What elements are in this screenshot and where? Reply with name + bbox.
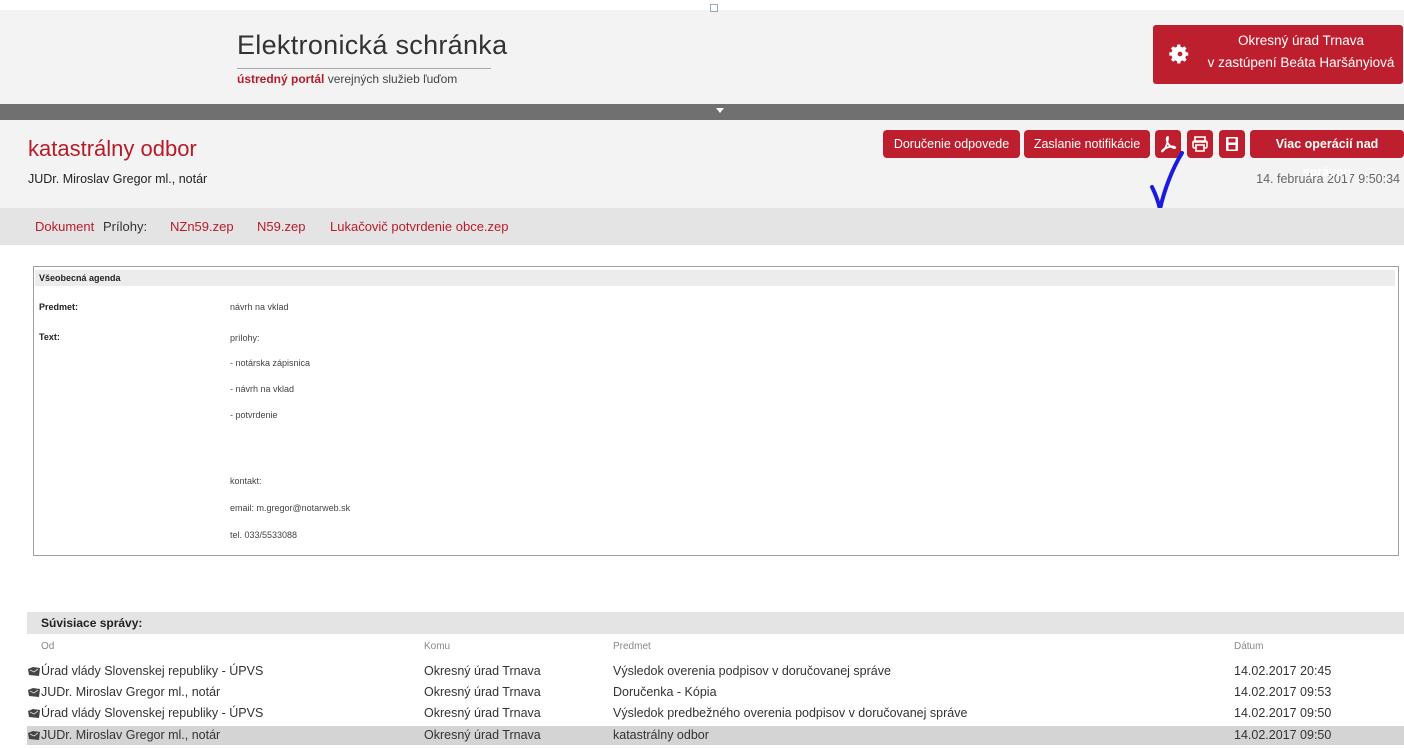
text-line: - notárska zápisnica <box>230 358 311 368</box>
user-representative: v zastúpení Beáta Haršányiová <box>1207 55 1395 70</box>
row-subject: Výsledok predbežného overenia podpisov v… <box>613 706 968 720</box>
collapse-bar[interactable] <box>0 104 1404 120</box>
delivery-reply-button[interactable]: Doručenie odpovede <box>883 130 1020 158</box>
message-header: katastrálny odbor JUDr. Miroslav Gregor … <box>0 120 1404 208</box>
row-to: Okresný úrad Trnava <box>424 664 541 678</box>
print-button[interactable] <box>1187 130 1213 158</box>
table-row[interactable]: Úrad vlády Slovenskej republiky - ÚPVS O… <box>27 662 1404 681</box>
row-date: 14.02.2017 09:50 <box>1234 728 1332 742</box>
user-organization: Okresný úrad Trnava <box>1237 33 1365 48</box>
row-subject: katastrálny odbor <box>613 728 709 742</box>
text-label: Text: <box>39 332 60 342</box>
row-to: Okresný úrad Trnava <box>424 685 541 699</box>
subject-value: návrh na vklad <box>230 302 289 312</box>
document-link[interactable]: Dokument <box>35 219 94 234</box>
text-line: - potvrdenie <box>230 410 278 420</box>
logo-subtitle: ústredný portál verejných služieb ľuďom <box>237 72 457 86</box>
table-row[interactable]: Úrad vlády Slovenskej republiky - ÚPVS O… <box>27 704 1404 723</box>
row-date: 14.02.2017 09:53 <box>1234 685 1332 699</box>
subject-label: Predmet: <box>39 302 79 312</box>
top-marker-icon <box>710 4 718 12</box>
row-from: Úrad vlády Slovenskej republiky - ÚPVS <box>41 706 264 720</box>
attachments-bar: Dokument Prílohy: NZn59.zep N59.zep Luka… <box>0 208 1404 245</box>
logo-title[interactable]: Elektronická schránka <box>237 30 507 61</box>
gear-icon <box>1169 44 1189 64</box>
row-subject: Doručenka - Kópia <box>613 685 717 699</box>
column-header-subject: Predmet <box>613 641 651 652</box>
attachment-link[interactable]: Lukačovič potvrdenie obce.zep <box>330 219 509 234</box>
text-line: - návrh na vklad <box>230 384 295 394</box>
message-sender: JUDr. Miroslav Gregor ml., notár <box>28 172 208 186</box>
logo-divider <box>237 68 491 69</box>
page: Elektronická schránka ústredný portál ve… <box>0 0 1404 749</box>
caret-down-icon[interactable] <box>716 108 724 113</box>
row-date: 14.02.2017 20:45 <box>1234 664 1332 678</box>
logo-subtitle-accent: ústredný portál <box>237 72 325 86</box>
attachments-label: Prílohy: <box>103 219 148 234</box>
attachment-link[interactable]: NZn59.zep <box>170 219 234 234</box>
send-notification-button[interactable]: Zaslanie notifikácie <box>1024 130 1150 158</box>
row-from: JUDr. Miroslav Gregor ml., notár <box>41 685 221 699</box>
user-account-button[interactable]: Okresný úrad Trnava v zastúpení Beáta Ha… <box>1153 25 1403 84</box>
related-messages-title: Súvisiace správy: <box>27 612 1404 634</box>
envelope-icon <box>28 709 40 718</box>
text-line: kontakt: <box>230 476 262 486</box>
logo-subtitle-rest: verejných služieb ľuďom <box>327 72 458 86</box>
attachment-link[interactable]: N59.zep <box>257 219 305 234</box>
text-line: email: m.gregor@notarweb.sk <box>230 503 351 513</box>
more-operations-button[interactable]: Viac operácií nad správou <box>1250 130 1404 179</box>
column-header-date: Dátum <box>1234 641 1264 652</box>
envelope-icon <box>28 731 40 740</box>
row-date: 14.02.2017 09:50 <box>1234 706 1332 720</box>
column-header-from: Od <box>41 641 55 652</box>
table-row-selected[interactable]: JUDr. Miroslav Gregor ml., notár Okresný… <box>27 726 1404 745</box>
row-from: Úrad vlády Slovenskej republiky - ÚPVS <box>41 664 264 678</box>
page-title: katastrálny odbor <box>28 136 197 161</box>
save-button[interactable] <box>1219 130 1245 158</box>
column-header-to: Komu <box>424 641 451 652</box>
envelope-icon <box>28 667 40 676</box>
site-header: Elektronická schránka ústredný portál ve… <box>0 10 1404 104</box>
print-icon <box>1192 136 1208 152</box>
table-row[interactable]: JUDr. Miroslav Gregor ml., notár Okresný… <box>27 683 1404 702</box>
text-line: prílohy: <box>230 333 260 343</box>
row-to: Okresný úrad Trnava <box>424 706 541 720</box>
text-line: tel. 033/5533088 <box>230 530 298 540</box>
row-from: JUDr. Miroslav Gregor ml., notár <box>41 728 221 742</box>
row-subject: Výsledok overenia podpisov v doručovanej… <box>613 664 891 678</box>
row-to: Okresný úrad Trnava <box>424 728 541 742</box>
save-icon <box>1226 137 1238 151</box>
checkmark-annotation <box>1150 151 1184 211</box>
envelope-icon <box>28 688 40 697</box>
document-section-title: Všeobecná agenda <box>35 270 1395 286</box>
